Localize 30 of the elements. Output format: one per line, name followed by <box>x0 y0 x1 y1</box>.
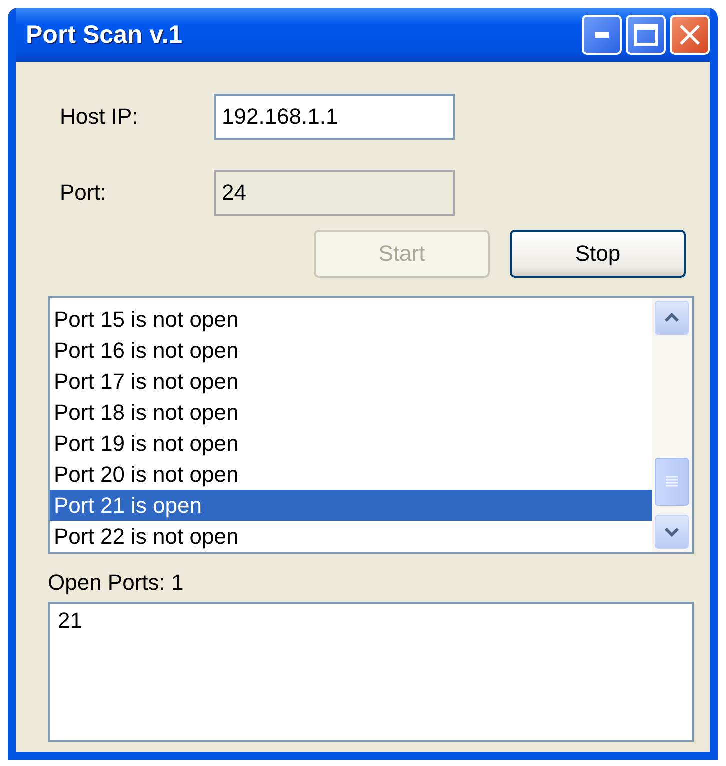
scroll-down-button[interactable] <box>655 515 689 549</box>
grip-icon <box>665 476 679 488</box>
host-ip-field[interactable]: 192.168.1.1 <box>214 94 455 140</box>
list-item[interactable]: Port 22 is not open <box>50 521 652 552</box>
chevron-up-icon <box>664 313 680 323</box>
list-item[interactable]: Port 16 is not open <box>50 335 652 366</box>
list-item[interactable]: Port 18 is not open <box>50 397 652 428</box>
window-title: Port Scan v.1 <box>25 20 184 50</box>
list-item[interactable]: Port 19 is not open <box>50 428 652 459</box>
scroll-up-button[interactable] <box>655 301 689 335</box>
scroll-thumb[interactable] <box>655 458 689 506</box>
minimize-button[interactable] <box>582 15 622 55</box>
vertical-scrollbar[interactable] <box>652 298 692 552</box>
list-item[interactable]: Port 20 is not open <box>50 459 652 490</box>
port-label: Port: <box>59 180 108 206</box>
minimize-icon <box>595 32 609 38</box>
close-button[interactable] <box>670 15 710 55</box>
close-icon <box>679 24 701 46</box>
list-item[interactable]: Port 21 is open <box>50 490 652 521</box>
maximize-icon <box>634 24 658 46</box>
open-ports-label: Open Ports: 1 <box>48 570 185 596</box>
chevron-down-icon <box>664 527 680 537</box>
action-button[interactable]: Stop <box>510 230 686 278</box>
text-line: 21 <box>58 608 84 634</box>
host-ip-label: Host IP: <box>59 104 140 130</box>
list-item[interactable]: Port 17 is not open <box>50 366 652 397</box>
maximize-button[interactable] <box>626 15 666 55</box>
open-ports-textbox[interactable]: 21 <box>48 602 694 742</box>
results-listbox[interactable]: Port 15 is not open Port 16 is not open Port 17 is not open Port 18 is not open Port 19 is not open Port 20 is not open Port 21 is open Port 22 is not open <box>48 296 694 554</box>
list-item[interactable]: Port 15 is not open <box>50 304 652 335</box>
